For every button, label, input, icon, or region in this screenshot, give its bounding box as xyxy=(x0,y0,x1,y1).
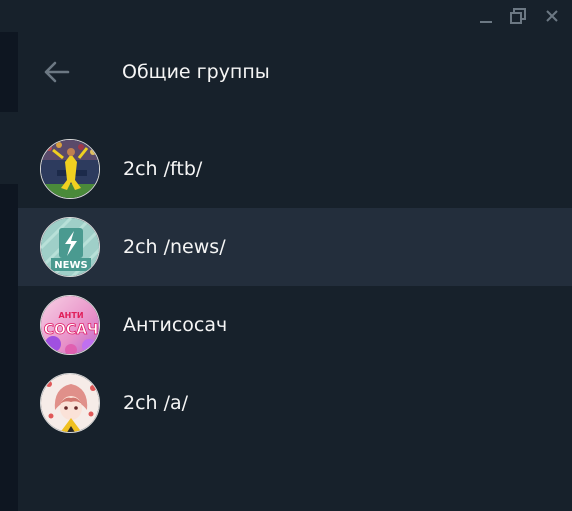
maximize-button[interactable] xyxy=(502,0,534,32)
anime-avatar xyxy=(40,373,100,433)
svg-text:СОСАЧ: СОСАЧ xyxy=(44,322,99,338)
svg-text:АНТИ: АНТИ xyxy=(58,311,83,320)
background-chat-row xyxy=(0,112,18,184)
group-name: Антисосач xyxy=(123,314,228,336)
close-button[interactable] xyxy=(536,0,568,32)
minimize-icon xyxy=(480,21,492,23)
group-name: 2ch /ftb/ xyxy=(123,158,203,180)
window-titlebar xyxy=(0,0,572,32)
group-row-news[interactable]: NEWS 2ch /news/ xyxy=(18,208,572,286)
group-name: 2ch /a/ xyxy=(123,392,189,414)
news-lightning-avatar: NEWS xyxy=(40,217,100,277)
group-row-a[interactable]: 2ch /a/ xyxy=(18,364,572,442)
group-name: 2ch /news/ xyxy=(123,236,226,258)
maximize-icon xyxy=(510,8,526,24)
group-row-ftb[interactable]: 2ch /ftb/ xyxy=(18,130,572,208)
group-row-antisosach[interactable]: АНТИ СОСАЧ Антисосач xyxy=(18,286,572,364)
back-button[interactable] xyxy=(40,56,72,88)
background-chat-area xyxy=(0,32,18,511)
close-icon xyxy=(546,10,558,22)
football-avatar xyxy=(40,139,100,199)
arrow-left-icon xyxy=(44,61,70,83)
minimize-button[interactable] xyxy=(470,0,502,32)
page-title: Общие группы xyxy=(122,61,270,83)
news-avatar-label: NEWS xyxy=(54,260,87,271)
common-groups-panel: Общие группы 2ch /ftb/ NEWS 2ch /news/ А… xyxy=(18,32,572,511)
antisosach-avatar: АНТИ СОСАЧ xyxy=(40,295,100,355)
group-list: 2ch /ftb/ NEWS 2ch /news/ АНТИ СОСАЧ Ант… xyxy=(18,130,572,442)
